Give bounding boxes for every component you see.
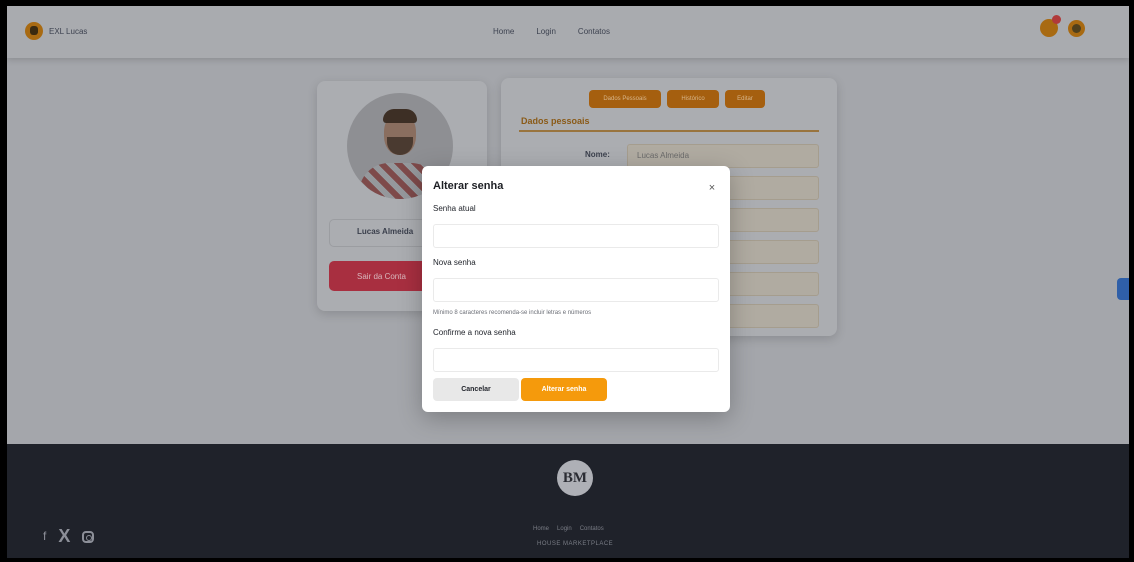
close-icon[interactable]: × xyxy=(706,182,718,194)
footer: BM Home Login Contatos HOUSE MARKETPLACE… xyxy=(7,444,1129,558)
current-password-label: Senha atual xyxy=(433,204,476,213)
instagram-icon[interactable] xyxy=(82,530,95,543)
top-navbar: EXL Lucas Home Login Contatos xyxy=(7,6,1129,58)
cart-icon[interactable] xyxy=(1040,15,1061,37)
social-links: f X xyxy=(43,527,95,545)
new-password-input[interactable] xyxy=(433,278,719,302)
confirm-password-label: Confirme a nova senha xyxy=(433,328,516,337)
current-password-input[interactable] xyxy=(433,224,719,248)
tab-edit[interactable]: Editar xyxy=(725,90,765,108)
confirm-password-input[interactable] xyxy=(433,348,719,372)
brand-name: EXL Lucas xyxy=(49,26,88,36)
footer-links: Home Login Contatos xyxy=(533,526,604,532)
nav-links: Home Login Contatos xyxy=(493,27,610,36)
modal-title: Alterar senha xyxy=(433,180,504,192)
nav-link-login[interactable]: Login xyxy=(536,27,556,36)
browser-viewport: EXL Lucas Home Login Contatos Lucas Alme… xyxy=(7,6,1129,558)
cancel-button[interactable]: Cancelar xyxy=(433,378,519,401)
field-label-name: Nome: xyxy=(585,150,610,159)
new-password-label: Nova senha xyxy=(433,258,476,267)
facebook-icon[interactable]: f xyxy=(43,530,46,543)
profile-name: Lucas Almeida xyxy=(357,227,414,236)
brand-logo-icon xyxy=(25,22,43,40)
footer-copyright: HOUSE MARKETPLACE xyxy=(537,541,614,547)
nav-link-home[interactable]: Home xyxy=(493,27,514,36)
section-divider xyxy=(519,130,819,132)
field-value-name: Lucas Almeida xyxy=(637,151,690,160)
section-title: Dados pessoais xyxy=(521,116,590,126)
x-twitter-icon[interactable]: X xyxy=(58,527,70,545)
footer-link-login[interactable]: Login xyxy=(557,526,572,532)
nav-icons xyxy=(1040,15,1085,37)
tab-history[interactable]: Histórico xyxy=(667,90,719,108)
user-account-icon[interactable] xyxy=(1068,19,1085,37)
cart-badge xyxy=(1052,15,1061,24)
tab-personal-data[interactable]: Dados Pessoais xyxy=(589,90,661,108)
footer-link-contatos[interactable]: Contatos xyxy=(580,526,604,532)
change-password-modal: Alterar senha × Senha atual Nova senha M… xyxy=(422,166,730,412)
brand[interactable]: EXL Lucas xyxy=(25,22,87,40)
footer-link-home[interactable]: Home xyxy=(533,526,549,532)
nav-link-contatos[interactable]: Contatos xyxy=(578,27,610,36)
password-hint: Mínimo 8 caracteres recomenda-se incluir… xyxy=(433,310,592,316)
side-widget-tab[interactable] xyxy=(1117,278,1129,300)
change-password-button[interactable]: Alterar senha xyxy=(521,378,607,401)
logout-button-label: Sair da Conta xyxy=(357,272,406,281)
footer-logo: BM xyxy=(557,460,593,496)
